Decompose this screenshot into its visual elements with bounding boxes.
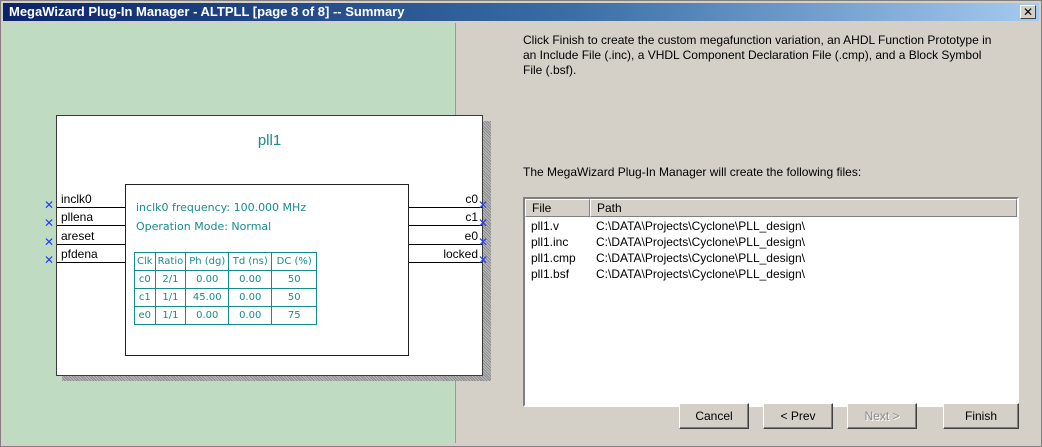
pin-marker-icon: ✕ (44, 235, 55, 249)
file-name: pll1.bsf (531, 267, 570, 281)
column-header-file[interactable]: File (525, 199, 590, 217)
table-cell: 0.00 (228, 270, 273, 289)
summary-description: Click Finish to create the custom megafu… (523, 33, 992, 77)
symbol-preview-pane: pll1 inclk0 pllena areset pfdena c0 c1 e… (4, 23, 491, 443)
file-path: C:\DATA\Projects\Cyclone\PLL_design\ (596, 267, 805, 281)
file-path: C:\DATA\Projects\Cyclone\PLL_design\ (596, 235, 805, 249)
next-button[interactable]: Next > (847, 403, 917, 429)
pin-pllena: pllena (61, 210, 94, 224)
wizard-window: MegaWizard Plug-In Manager - ALTPLL [pag… (0, 0, 1042, 447)
table-cell: 0.00 (185, 270, 230, 289)
pin-marker-icon: ✕ (44, 198, 55, 212)
wire-inclk0 (57, 207, 125, 208)
table-cell: 0.00 (228, 288, 273, 307)
table-header-cell: DC (%) (271, 252, 318, 271)
pin-inclk0: inclk0 (61, 192, 92, 206)
table-header-row: Clk Ratio Ph (dg) Td (ns) DC (%) (134, 252, 318, 271)
table-cell: e0 (134, 306, 156, 325)
pin-areset: areset (61, 229, 95, 243)
pll-symbol: pll1 inclk0 pllena areset pfdena c0 c1 e… (56, 115, 483, 376)
table-cell: 45.00 (185, 288, 230, 307)
pin-marker-icon: ✕ (44, 253, 55, 267)
table-header-cell: Clk (134, 252, 156, 271)
table-cell: 1/1 (154, 288, 187, 307)
file-name: pll1.cmp (531, 251, 576, 265)
table-cell: 0.00 (185, 306, 230, 325)
prev-button[interactable]: < Prev (763, 403, 833, 429)
close-button[interactable]: ✕ (1020, 5, 1036, 19)
operation-mode-text: Operation Mode: Normal (136, 220, 272, 233)
table-cell: c1 (134, 288, 156, 307)
cancel-button[interactable]: Cancel (679, 403, 749, 429)
wire-pllena (57, 225, 125, 226)
files-list-header: File Path (525, 199, 1017, 217)
table-row: c0 2/1 0.00 0.00 50 (134, 270, 318, 289)
file-name: pll1.inc (531, 235, 569, 249)
files-list[interactable]: File Path pll1.v C:\DATA\Projects\Cyclon… (523, 197, 1019, 407)
table-row: e0 1/1 0.00 0.00 75 (134, 306, 318, 325)
table-cell: 75 (271, 306, 318, 325)
column-header-path[interactable]: Path (590, 199, 1017, 217)
wire-pfdena (57, 262, 125, 263)
table-row: c1 1/1 45.00 0.00 50 (134, 288, 318, 307)
table-cell: 1/1 (154, 306, 187, 325)
wire-areset (57, 244, 125, 245)
table-cell: 0.00 (228, 306, 273, 325)
pin-marker-icon: ✕ (44, 216, 55, 230)
file-path: C:\DATA\Projects\Cyclone\PLL_design\ (596, 251, 805, 265)
finish-button[interactable]: Finish (943, 403, 1019, 429)
table-cell: 50 (271, 270, 318, 289)
pin-pfdena: pfdena (61, 247, 98, 261)
summary-pane: Click Finish to create the custom megafu… (456, 23, 1039, 443)
title-bar[interactable]: MegaWizard Plug-In Manager - ALTPLL [pag… (3, 3, 1039, 21)
file-path: C:\DATA\Projects\Cyclone\PLL_design\ (596, 219, 805, 233)
table-header-cell: Ratio (154, 252, 187, 271)
pll-inner-block: inclk0 frequency: 100.000 MHz Operation … (125, 184, 409, 356)
table-cell: 2/1 (154, 270, 187, 289)
symbol-name: pll1 (257, 132, 282, 149)
table-cell: c0 (134, 270, 156, 289)
table-header-cell: Ph (dg) (185, 252, 230, 271)
files-list-label: The MegaWizard Plug-In Manager will crea… (523, 165, 862, 179)
input-frequency-text: inclk0 frequency: 100.000 MHz (136, 201, 307, 214)
table-header-cell: Td (ns) (228, 252, 273, 271)
window-title: MegaWizard Plug-In Manager - ALTPLL [pag… (9, 4, 405, 19)
clock-settings-table: Clk Ratio Ph (dg) Td (ns) DC (%) c0 2/1 … (134, 252, 318, 325)
file-name: pll1.v (531, 219, 560, 233)
table-cell: 50 (271, 288, 318, 307)
